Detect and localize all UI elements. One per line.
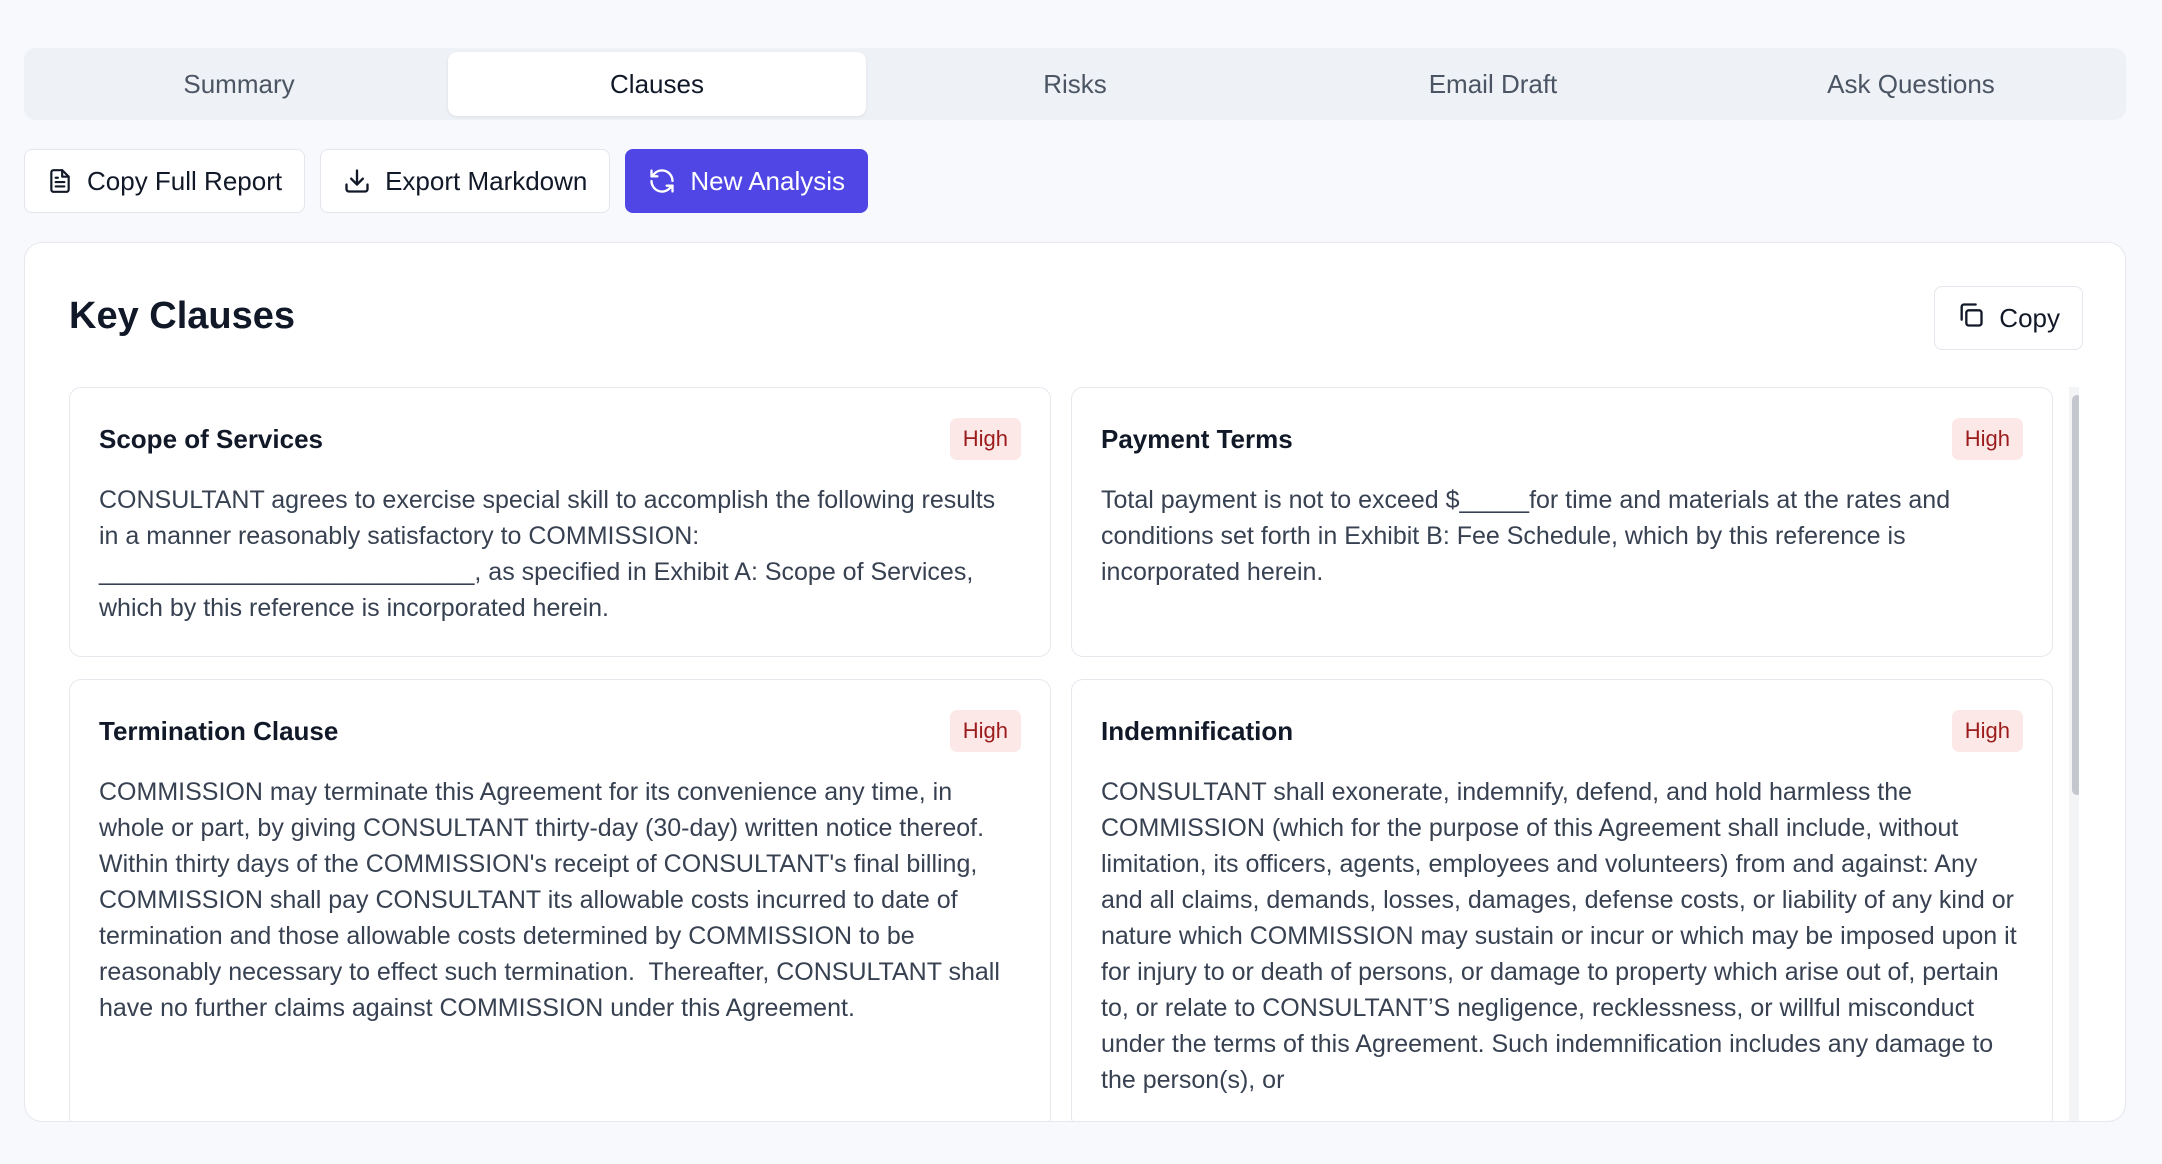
priority-badge: High [1951,710,2023,752]
clause-title: Termination Clause [99,715,339,746]
tab-summary[interactable]: Summary [30,52,448,116]
tab-ask-questions[interactable]: Ask Questions [1702,52,2120,116]
section-title: Key Clauses [69,295,296,337]
tab-risks[interactable]: Risks [866,52,1284,116]
clause-card: Scope of Services High CONSULTANT agrees… [69,387,1051,657]
file-text-icon [47,167,73,195]
tab-clauses[interactable]: Clauses [448,52,866,116]
clause-card: Payment Terms High Total payment is not … [1071,387,2053,657]
export-markdown-button[interactable]: Export Markdown [320,149,611,213]
clause-title: Indemnification [1101,715,1294,746]
clause-text: CONSULTANT agrees to exercise special sk… [99,486,1003,622]
clause-card: Termination Clause High COMMISSION may t… [69,679,1051,1121]
clause-card: Indemnification High CONSULTANT shall ex… [1071,679,2053,1121]
copy-label: Copy [1999,302,2060,333]
clauses-scroll-area[interactable]: Scope of Services High CONSULTANT agrees… [69,387,2079,1121]
clauses-page: Summary Clauses Risks Email Draft Ask Qu… [0,0,2162,1164]
tab-email-draft[interactable]: Email Draft [1284,52,1702,116]
priority-badge: High [949,710,1021,752]
clause-text: CONSULTANT shall exonerate, indemnify, d… [1101,778,2024,1094]
clauses-grid: Scope of Services High CONSULTANT agrees… [69,387,2053,1121]
clause-title: Payment Terms [1101,423,1293,454]
priority-badge: High [949,418,1021,460]
scrollbar-track[interactable] [2069,387,2079,1121]
refresh-icon [648,167,676,195]
new-analysis-label: New Analysis [690,165,846,196]
copy-full-report-button[interactable]: Copy Full Report [24,149,306,213]
copy-button[interactable]: Copy [1934,286,2083,350]
copy-icon [1957,301,1985,336]
priority-badge: High [1951,418,2023,460]
new-analysis-button[interactable]: New Analysis [625,149,869,213]
scrollbar-thumb[interactable] [2072,395,2079,795]
clause-text: COMMISSION may terminate this Agreement … [99,778,1007,1022]
clause-text: Total payment is not to exceed $_____for… [1101,486,1958,586]
copy-full-report-label: Copy Full Report [87,165,283,196]
export-markdown-label: Export Markdown [385,165,588,196]
tab-bar: Summary Clauses Risks Email Draft Ask Qu… [24,48,2126,120]
toolbar: Copy Full Report Export Markdown New Ana… [24,149,869,213]
clause-title: Scope of Services [99,423,323,454]
download-icon [343,167,371,195]
key-clauses-card: Key Clauses Copy Scope of Services High … [24,242,2126,1122]
